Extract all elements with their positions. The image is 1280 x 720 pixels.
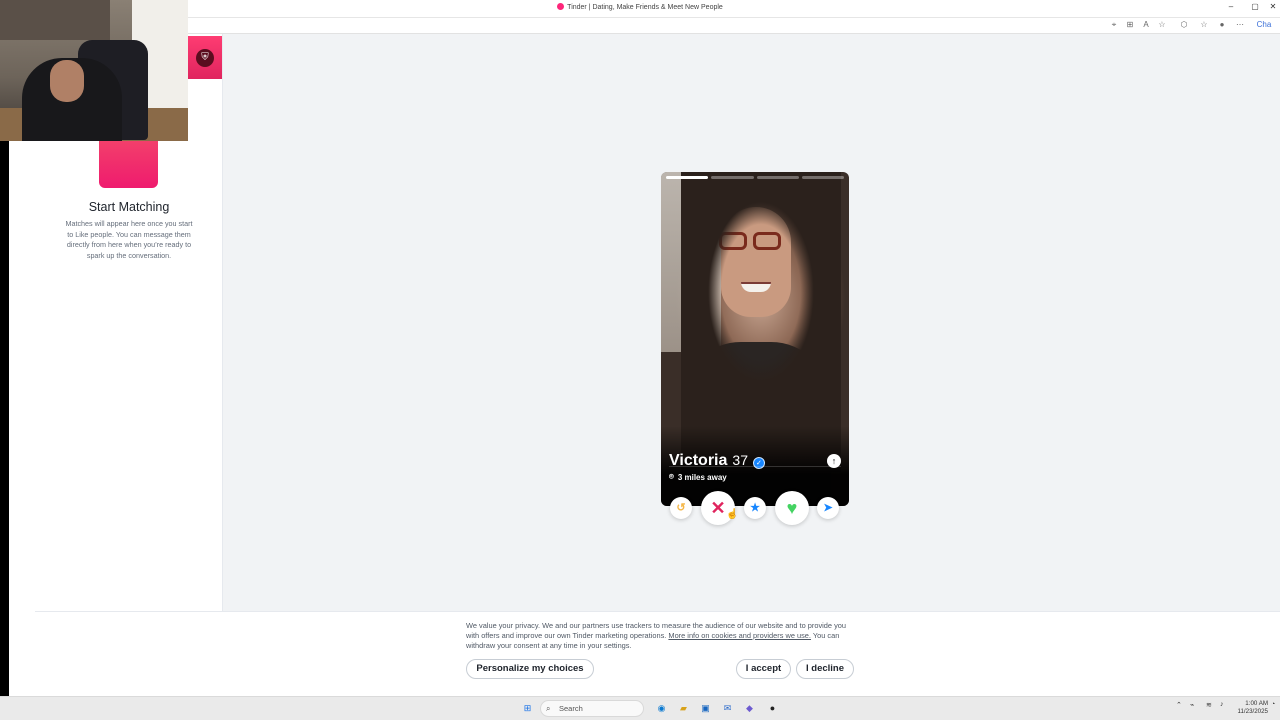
super-like-button[interactable]: ★ bbox=[744, 497, 766, 519]
profile-name-row: Victoria 37 ✓ bbox=[669, 452, 765, 470]
taskbar-clock[interactable]: 1:00 AM 11/23/2025 bbox=[1234, 700, 1268, 716]
browser-toolbar: ⌖ ⊞ A ☆ ⬡ ☆ ● ⋯ Cha bbox=[188, 18, 1280, 34]
cookie-info-link[interactable]: More info on cookies and providers we us… bbox=[668, 631, 811, 640]
photo-progress-bar bbox=[666, 176, 844, 179]
outlook-icon[interactable]: ✉ bbox=[721, 702, 734, 715]
tray-chevron-icon[interactable]: ⌃ bbox=[1176, 701, 1182, 709]
cookie-consent-text: We value your privacy. We and our partne… bbox=[466, 621, 856, 651]
photo-progress-segment[interactable] bbox=[756, 176, 799, 179]
webcam-overlay bbox=[0, 0, 188, 141]
rewind-button[interactable]: ↺ bbox=[670, 497, 692, 519]
profile-name: Victoria bbox=[669, 452, 728, 469]
heart-icon: ♥ bbox=[786, 498, 798, 518]
close-icon: ✕ bbox=[710, 498, 726, 518]
start-matching-description: Matches will appear here once you start … bbox=[65, 219, 193, 260]
apps-icon[interactable]: ⊞ bbox=[1124, 20, 1136, 29]
notification-bell-icon[interactable]: ◔ bbox=[1271, 701, 1275, 708]
mouse-pointer-icon: ☝ bbox=[726, 509, 739, 520]
minimize-button[interactable]: – bbox=[1224, 2, 1238, 11]
file-explorer-icon[interactable]: ▰ bbox=[677, 702, 690, 715]
tab-title[interactable]: Tinder | Dating, Make Friends & Meet New… bbox=[0, 3, 1280, 11]
location-icon[interactable]: ⌖ bbox=[1108, 20, 1120, 30]
read-aloud-icon[interactable]: A bbox=[1140, 20, 1152, 29]
edge-icon[interactable]: ◉ bbox=[655, 702, 668, 715]
send-icon: ➤ bbox=[823, 502, 833, 514]
search-icon: ⌕ bbox=[546, 704, 551, 713]
likes-tile[interactable] bbox=[99, 141, 158, 188]
network-icon[interactable]: ⌁ bbox=[1190, 701, 1194, 709]
accept-cookies-button[interactable]: I accept bbox=[736, 659, 791, 679]
profile-distance: ⌾ 3 miles away bbox=[669, 472, 727, 482]
photo-progress-segment[interactable] bbox=[666, 176, 709, 179]
clock-date: 11/23/2025 bbox=[1237, 708, 1268, 715]
like-button[interactable]: ♥ bbox=[775, 491, 809, 525]
start-matching-title: Start Matching bbox=[88, 200, 170, 214]
safety-toolkit-button[interactable]: ⛨ bbox=[188, 36, 222, 79]
copilot-button[interactable]: Cha bbox=[1252, 20, 1276, 29]
clock-time: 1:00 AM bbox=[1245, 700, 1268, 707]
shield-icon: ⛨ bbox=[196, 49, 214, 67]
boost-button[interactable]: ➤ bbox=[817, 497, 839, 519]
favorite-star-icon[interactable]: ☆ bbox=[1156, 20, 1168, 29]
favorites-icon[interactable]: ☆ bbox=[1198, 20, 1210, 29]
swipe-actions: ↺ ✕ ★ ♥ ➤ bbox=[661, 490, 849, 526]
obs-icon[interactable]: ● bbox=[766, 702, 779, 715]
webcam-face bbox=[50, 60, 84, 102]
browser-title-bar: Tinder | Dating, Make Friends & Meet New… bbox=[0, 0, 1280, 18]
distance-text: 3 miles away bbox=[677, 472, 727, 482]
taskbar-search[interactable]: ⌕ Search bbox=[540, 700, 644, 717]
location-pin-icon: ⌾ bbox=[669, 472, 674, 481]
photo-progress-segment[interactable] bbox=[711, 176, 754, 179]
store-icon[interactable]: ▣ bbox=[699, 702, 712, 715]
more-menu-icon[interactable]: ⋯ bbox=[1234, 20, 1246, 29]
webcam-shelf bbox=[0, 0, 110, 40]
window-edge bbox=[0, 141, 9, 696]
tinder-favicon-icon bbox=[557, 3, 565, 10]
windows-taskbar: ⊞ ⌕ Search ◉ ▰ ▣ ✉ ◆ ● ⌃ ⌁ ≋ ♪ 1:00 AM 1… bbox=[0, 696, 1280, 720]
volume-icon[interactable]: ♪ bbox=[1220, 701, 1224, 708]
close-window-button[interactable]: ✕ bbox=[1266, 2, 1280, 11]
card-divider bbox=[669, 466, 841, 467]
star-icon: ★ bbox=[750, 502, 760, 514]
verified-badge-icon: ✓ bbox=[752, 457, 765, 469]
tab-title-text: Tinder | Dating, Make Friends & Meet New… bbox=[567, 4, 723, 11]
photo-progress-segment[interactable] bbox=[801, 176, 844, 179]
rewind-icon: ↺ bbox=[676, 502, 686, 514]
personalize-choices-button[interactable]: Personalize my choices bbox=[466, 659, 594, 679]
maximize-button[interactable]: ▢ bbox=[1248, 2, 1262, 11]
extensions-icon[interactable]: ⬡ bbox=[1178, 20, 1190, 29]
decline-cookies-button[interactable]: I decline bbox=[796, 659, 854, 679]
profile-avatar-icon[interactable]: ● bbox=[1216, 20, 1228, 29]
start-button-icon[interactable]: ⊞ bbox=[521, 702, 534, 715]
taskbar-search-placeholder: Search bbox=[559, 704, 583, 713]
vpn-icon[interactable]: ◆ bbox=[743, 702, 756, 715]
profile-card[interactable]: Victoria 37 ✓ ↑ ⌾ 3 miles away bbox=[661, 172, 849, 506]
wifi-icon[interactable]: ≋ bbox=[1206, 701, 1212, 709]
